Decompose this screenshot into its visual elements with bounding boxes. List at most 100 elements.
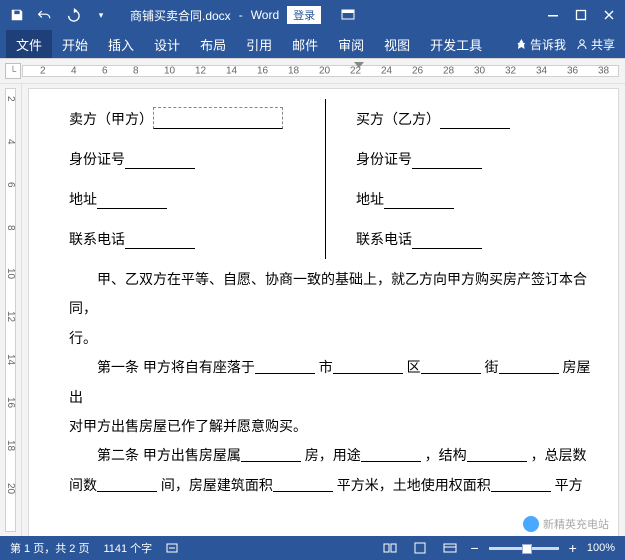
horizontal-ruler[interactable]: └ 2468101214161820222426283032343638: [0, 58, 625, 84]
ruler-tick: 28: [443, 66, 454, 77]
ruler-tick: 6: [102, 66, 108, 77]
source-watermark: 新精英充电站: [523, 516, 609, 532]
ruler-tick: 20: [319, 66, 330, 77]
seller-phone-label: 联系电话: [69, 221, 125, 257]
ruler-tick: 2: [40, 66, 46, 77]
vruler-tick: 12: [5, 311, 16, 322]
undo-icon[interactable]: [36, 6, 54, 24]
qat-customize-icon[interactable]: ▾: [92, 6, 110, 24]
zoom-level[interactable]: 100%: [587, 542, 615, 554]
art1-c: 区: [407, 359, 421, 375]
ruler-tick: 4: [71, 66, 77, 77]
web-layout-icon[interactable]: [440, 540, 460, 556]
vruler-tick: 14: [5, 354, 16, 365]
zoom-out-icon[interactable]: −: [470, 540, 478, 556]
document-page[interactable]: 卖方（甲方） 身份证号 地址 联系电话: [28, 88, 619, 536]
art2-l2c: 平方米，土地使用权面积: [337, 477, 491, 493]
watermark-text: 新精英充电站: [543, 516, 609, 532]
document-area: 2468101214161820 卖方（甲方） 身份证号: [0, 84, 625, 536]
tab-insert[interactable]: 插入: [98, 30, 144, 58]
window-controls: [537, 9, 625, 21]
vruler-tick: 18: [5, 440, 16, 451]
redo-icon[interactable]: [64, 6, 82, 24]
ruler-tick: 18: [288, 66, 299, 77]
buyer-phone-label: 联系电话: [356, 221, 412, 257]
seller-address-label: 地址: [69, 181, 97, 217]
seller-id-label: 身份证号: [69, 141, 125, 177]
art1-a: 第一条 甲方将自有座落于: [97, 359, 255, 375]
app-name: Word: [251, 8, 279, 22]
vruler-tick: 20: [5, 483, 16, 494]
close-icon[interactable]: [603, 9, 615, 21]
ruler-tick: 12: [195, 66, 206, 77]
document-scroll[interactable]: 卖方（甲方） 身份证号 地址 联系电话: [22, 84, 625, 536]
page-indicator[interactable]: 第 1 页，共 2 页: [10, 540, 89, 556]
zoom-slider[interactable]: [489, 547, 559, 550]
para1-text: 甲、乙双方在平等、自愿、协商一致的基础上，就乙方向甲方购买房产签订本合同，: [69, 271, 587, 316]
app-window: ▾ 商铺买卖合同.docx - Word 登录 文件 开始 插入 设计 布局 引…: [0, 0, 625, 560]
art1-d: 街: [485, 359, 499, 375]
ribbon-display-options-icon[interactable]: [339, 6, 357, 24]
buyer-id-label: 身份证号: [356, 141, 412, 177]
vruler-tick: 16: [5, 397, 16, 408]
ruler-tick: 38: [598, 66, 609, 77]
art2-d: ，总层数: [531, 447, 587, 463]
tell-me-label: 告诉我: [530, 36, 566, 53]
tab-selector[interactable]: └: [5, 63, 21, 79]
save-icon[interactable]: [8, 6, 26, 24]
tab-layout[interactable]: 布局: [190, 30, 236, 58]
ruler-indent-marker[interactable]: [354, 62, 364, 68]
title-separator: -: [239, 8, 243, 22]
art2-l2b: 间，房屋建筑面积: [161, 477, 273, 493]
art2-c: ，结构: [425, 447, 467, 463]
tab-home[interactable]: 开始: [52, 30, 98, 58]
para1b-text: 行。: [69, 330, 97, 346]
tell-me-search[interactable]: 告诉我: [515, 36, 566, 53]
ruler-tick: 8: [133, 66, 139, 77]
seller-name-field[interactable]: 卖方（甲方）: [69, 99, 305, 139]
wechat-icon: [523, 516, 539, 532]
art2-l2a: 间数: [69, 477, 97, 493]
language-indicator[interactable]: [166, 542, 180, 554]
tab-view[interactable]: 视图: [374, 30, 420, 58]
vruler-tick: 4: [5, 139, 16, 145]
zoom-in-icon[interactable]: +: [569, 540, 577, 556]
minimize-icon[interactable]: [547, 9, 559, 21]
buyer-label: 买方（乙方）: [356, 101, 440, 137]
art2-l2d: 平方: [555, 477, 583, 493]
word-count[interactable]: 1141 个字: [103, 540, 152, 556]
tab-developer[interactable]: 开发工具: [420, 30, 492, 58]
quick-access-toolbar: ▾: [0, 6, 118, 24]
art1-b: 市: [319, 359, 333, 375]
tab-file[interactable]: 文件: [6, 30, 52, 58]
ruler-tick: 10: [164, 66, 175, 77]
seller-label: 卖方（甲方）: [69, 101, 153, 137]
share-button[interactable]: 共享: [576, 36, 615, 53]
tab-mailings[interactable]: 邮件: [282, 30, 328, 58]
tab-references[interactable]: 引用: [236, 30, 282, 58]
titlebar: ▾ 商铺买卖合同.docx - Word 登录: [0, 0, 625, 30]
tab-design[interactable]: 设计: [144, 30, 190, 58]
ruler-tick: 34: [536, 66, 547, 77]
login-button[interactable]: 登录: [287, 6, 321, 24]
maximize-icon[interactable]: [575, 9, 587, 21]
vruler-tick: 2: [5, 96, 16, 102]
tab-review[interactable]: 审阅: [328, 30, 374, 58]
document-body-text[interactable]: 甲、乙双方在平等、自愿、协商一致的基础上，就乙方向甲方购买房产签订本合同， 行。…: [69, 265, 592, 500]
print-layout-icon[interactable]: [410, 540, 430, 556]
ruler-tick: 16: [257, 66, 268, 77]
read-mode-icon[interactable]: [380, 540, 400, 556]
vruler-tick: 8: [5, 225, 16, 231]
share-label: 共享: [591, 36, 615, 53]
window-title: 商铺买卖合同.docx - Word 登录: [130, 6, 321, 24]
ruler-tick: 36: [567, 66, 578, 77]
vertical-ruler[interactable]: 2468101214161820: [0, 84, 22, 536]
seller-column: 卖方（甲方） 身份证号 地址 联系电话: [69, 99, 326, 259]
art2-a: 第二条 甲方出售房屋属: [97, 447, 241, 463]
ruler-tick: 32: [505, 66, 516, 77]
vruler-tick: 6: [5, 182, 16, 188]
ruler-tick: 14: [226, 66, 237, 77]
buyer-address-label: 地址: [356, 181, 384, 217]
ruler-tick: 26: [412, 66, 423, 77]
buyer-column: 买方（乙方） 身份证号 地址 联系电话: [326, 99, 592, 259]
